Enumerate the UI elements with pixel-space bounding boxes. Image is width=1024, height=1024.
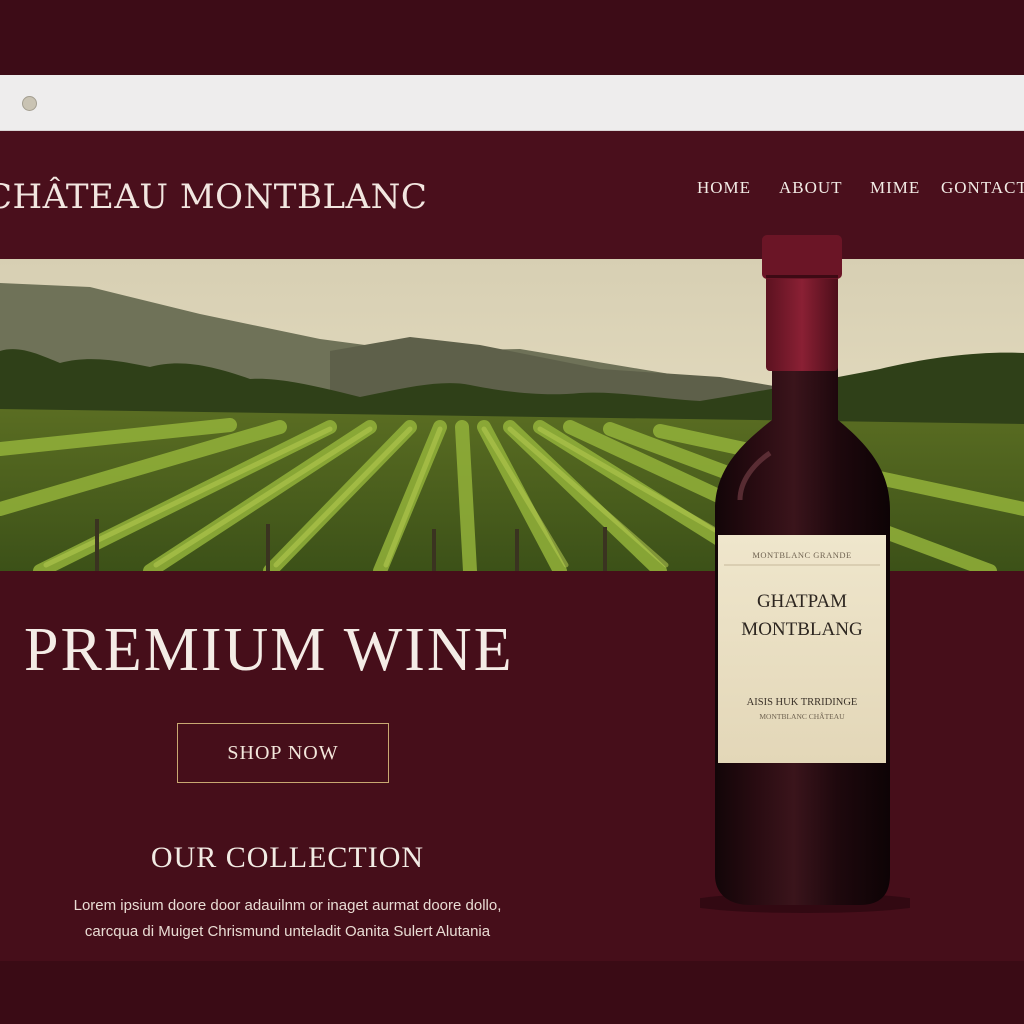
nav-mime[interactable]: MIME [870, 178, 920, 198]
bottle-label-sub-1: AISIS HUK TRRIDINGE [747, 697, 858, 708]
collection-text-line-2: carcqua di Muiget Chrismund unteladit Oa… [84, 923, 491, 940]
main-nav: HOME ABOUT MIME GONTACT [0, 178, 1024, 202]
bottle-label-name-1: GHATPAM [757, 591, 847, 612]
collection-text-line-1: Lorem ipsium doore door adauilnm or inag… [73, 897, 502, 914]
wine-bottle-image: MONTBLANC GRANDE GHATPAM MONTBLANG AISIS… [685, 235, 925, 925]
nav-home[interactable]: HOME [697, 178, 751, 198]
collection-title: OUR COLLECTION [150, 841, 425, 874]
nav-contact[interactable]: GONTACT [941, 178, 1024, 198]
browser-address-bar[interactable] [0, 75, 1024, 131]
hero-headline: PREMIUM WINE [24, 616, 514, 684]
nav-about[interactable]: ABOUT [779, 178, 843, 198]
browser-status-dot-icon [22, 96, 37, 111]
collection-description: Lorem ipsium doore door adauilnm or inag… [0, 893, 575, 945]
bottle-label-topline: MONTBLANC GRANDE [752, 550, 851, 560]
bottle-label-sub-2: MONTBLANC CHÂTEAU [759, 711, 845, 721]
shop-now-button[interactable]: SHOP NOW [177, 723, 389, 783]
bottle-label-name-2: MONTBLANG [741, 619, 863, 640]
page-bottom-edge [0, 961, 1024, 1024]
